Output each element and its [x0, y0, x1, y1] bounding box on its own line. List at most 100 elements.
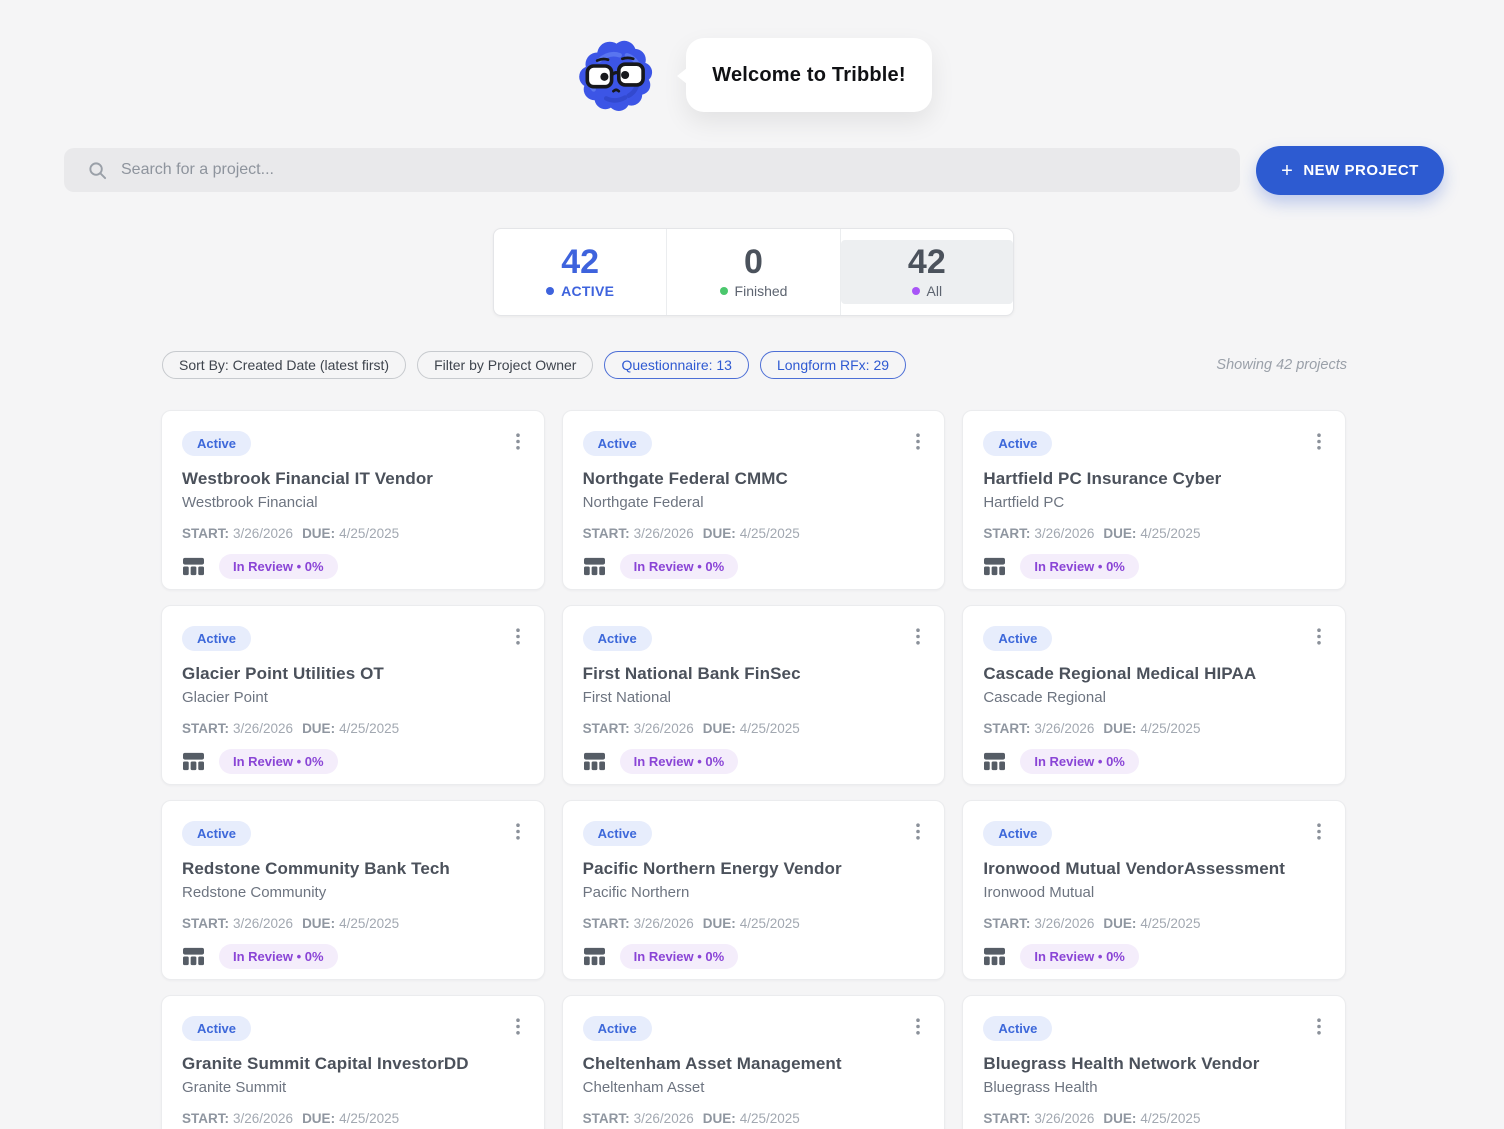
status-badge: Active — [983, 1016, 1053, 1041]
project-subtitle: Cheltenham Asset — [582, 1079, 705, 1096]
due-label: DUE: — [302, 526, 336, 541]
project-card[interactable]: Active Hartfield PC Insurance Cyber Hart… — [962, 410, 1346, 590]
kebab-menu-icon[interactable] — [912, 431, 924, 452]
table-icon — [583, 947, 605, 966]
project-dates: START: 3/26/2026 DUE: 4/25/2025 — [983, 526, 1325, 541]
showing-projects-count: Showing 42 projects — [1216, 357, 1347, 373]
kebab-menu-icon[interactable] — [912, 1016, 924, 1037]
kebab-menu-icon[interactable] — [512, 431, 524, 452]
project-dates: START: 3/26/2026 DUE: 4/25/2025 — [983, 916, 1325, 931]
start-date: 3/26/2026 — [1034, 916, 1095, 931]
project-card[interactable]: Active Granite Summit Capital InvestorDD… — [161, 995, 545, 1129]
start-date: 3/26/2026 — [233, 1111, 294, 1126]
start-date: 3/26/2026 — [233, 526, 294, 541]
project-subtitle: Westbrook Financial — [182, 494, 318, 511]
project-title: Westbrook Financial IT Vendor — [182, 469, 434, 488]
project-card[interactable]: Active Northgate Federal CMMC Northgate … — [561, 410, 946, 590]
kebab-menu-icon[interactable] — [1313, 821, 1325, 842]
kebab-menu-icon[interactable] — [1313, 626, 1325, 647]
table-icon — [984, 752, 1006, 771]
kebab-menu-icon[interactable] — [512, 821, 524, 842]
all-count: 42 — [907, 243, 946, 281]
status-badge: Active — [182, 626, 252, 651]
stat-active[interactable]: 42 ACTIVE — [494, 229, 668, 315]
project-title: Granite Summit Capital InvestorDD — [182, 1054, 469, 1073]
due-date: 4/25/2025 — [739, 1111, 800, 1126]
due-label: DUE: — [1103, 526, 1137, 541]
project-dates: START: 3/26/2026 DUE: 4/25/2025 — [583, 1111, 925, 1126]
active-label: ACTIVE — [561, 283, 615, 299]
new-project-label: NEW PROJECT — [1303, 162, 1419, 179]
project-dates: START: 3/26/2026 DUE: 4/25/2025 — [983, 1111, 1325, 1126]
project-subtitle: Granite Summit — [182, 1079, 287, 1096]
status-badge: Active — [182, 431, 252, 456]
project-card[interactable]: Active Cascade Regional Medical HIPAA Ca… — [962, 605, 1346, 785]
review-status-badge: In Review • 0% — [219, 554, 338, 579]
table-icon — [183, 947, 204, 966]
kebab-menu-icon[interactable] — [512, 626, 524, 647]
start-date: 3/26/2026 — [233, 916, 294, 931]
sort-by-button[interactable]: Sort By: Created Date (latest first) — [162, 351, 407, 379]
table-icon — [583, 557, 605, 576]
due-label: DUE: — [702, 526, 736, 541]
project-dates: START: 3/26/2026 DUE: 4/25/2025 — [182, 916, 524, 931]
kebab-menu-icon[interactable] — [1313, 1016, 1325, 1037]
new-project-button[interactable]: + NEW PROJECT — [1256, 146, 1444, 195]
project-card[interactable]: Active Westbrook Financial IT Vendor Wes… — [161, 410, 545, 590]
review-status-badge: In Review • 0% — [619, 749, 739, 774]
all-dot-icon — [911, 287, 920, 295]
project-card[interactable]: Active Glacier Point Utilities OT Glacie… — [161, 605, 545, 785]
project-title: Pacific Northern Energy Vendor — [582, 859, 842, 878]
project-grid: Active Westbrook Financial IT Vendor Wes… — [161, 410, 1346, 1129]
kebab-menu-icon[interactable] — [912, 626, 924, 647]
welcome-speech-bubble: Welcome to Tribble! — [677, 38, 932, 112]
project-card[interactable]: Active Cheltenham Asset Management Chelt… — [561, 995, 946, 1129]
kebab-menu-icon[interactable] — [512, 1016, 524, 1037]
finished-count: 0 — [744, 243, 763, 281]
project-dates: START: 3/26/2026 DUE: 4/25/2025 — [182, 1111, 524, 1126]
project-search-bar[interactable] — [64, 148, 1240, 192]
kebab-menu-icon[interactable] — [912, 821, 924, 842]
stat-all[interactable]: 42 All — [840, 229, 1013, 315]
table-icon — [984, 557, 1006, 576]
due-date: 4/25/2025 — [739, 916, 800, 931]
due-date: 4/25/2025 — [339, 526, 400, 541]
due-label: DUE: — [1103, 721, 1137, 736]
start-label: START: — [182, 721, 229, 736]
status-badge: Active — [983, 821, 1053, 846]
start-date: 3/26/2026 — [1034, 721, 1095, 736]
start-date: 3/26/2026 — [233, 721, 294, 736]
projects-dashboard: Welcome to Tribble! + NEW PROJECT 42 ACT… — [0, 0, 1504, 1129]
kebab-menu-icon[interactable] — [1313, 431, 1325, 452]
longform-rfx-filter-button[interactable]: Longform RFx: 29 — [759, 351, 907, 379]
project-card[interactable]: Active Bluegrass Health Network Vendor B… — [962, 995, 1346, 1129]
project-dates: START: 3/26/2026 DUE: 4/25/2025 — [983, 721, 1325, 736]
project-card[interactable]: Active First National Bank FinSec First … — [561, 605, 946, 785]
review-status-badge: In Review • 0% — [619, 554, 739, 579]
questionnaire-filter-button[interactable]: Questionnaire: 13 — [604, 351, 749, 379]
active-count: 42 — [561, 243, 600, 281]
project-subtitle: Hartfield PC — [983, 494, 1065, 511]
project-title: Bluegrass Health Network Vendor — [983, 1054, 1260, 1073]
filter-owner-button[interactable]: Filter by Project Owner — [417, 351, 594, 379]
project-dates: START: 3/26/2026 DUE: 4/25/2025 — [583, 721, 925, 736]
project-card[interactable]: Active Ironwood Mutual VendorAssessment … — [962, 800, 1346, 980]
due-date: 4/25/2025 — [1140, 721, 1201, 736]
project-card[interactable]: Active Redstone Community Bank Tech Reds… — [161, 800, 545, 980]
start-date: 3/26/2026 — [1034, 1111, 1095, 1126]
project-title: Cascade Regional Medical HIPAA — [983, 664, 1257, 683]
table-icon — [183, 557, 204, 576]
search-input[interactable] — [121, 161, 1224, 179]
project-card[interactable]: Active Pacific Northern Energy Vendor Pa… — [561, 800, 946, 980]
project-title: Cheltenham Asset Management — [582, 1054, 842, 1073]
active-dot-icon — [546, 287, 555, 295]
status-badge: Active — [182, 1016, 252, 1041]
stat-finished[interactable]: 0 Finished — [667, 229, 841, 315]
project-subtitle: First National — [582, 689, 672, 706]
start-date: 3/26/2026 — [633, 916, 694, 931]
project-title: Northgate Federal CMMC — [582, 469, 788, 488]
due-date: 4/25/2025 — [1140, 1111, 1201, 1126]
start-label: START: — [582, 1111, 630, 1126]
welcome-text: Welcome to Tribble! — [712, 63, 906, 86]
status-badge: Active — [582, 821, 652, 846]
